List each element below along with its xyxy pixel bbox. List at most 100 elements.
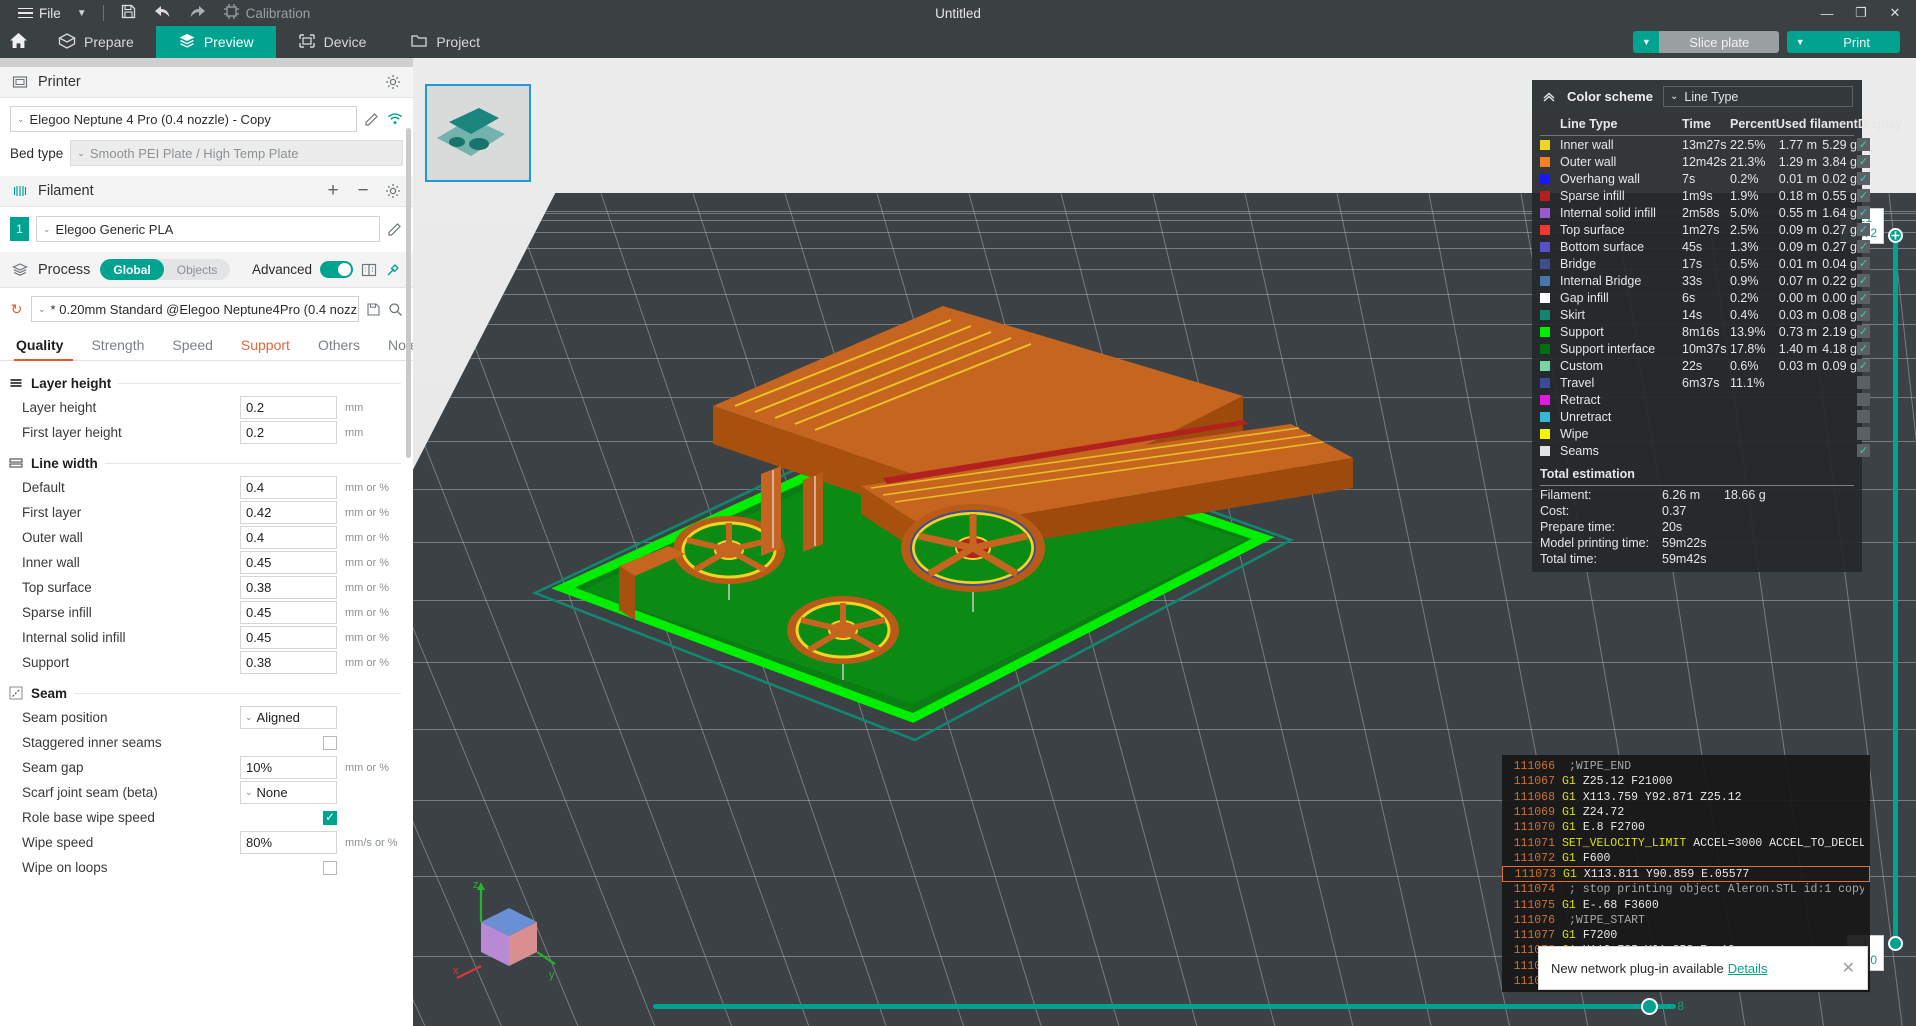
nav-tab-preview[interactable]: Preview bbox=[155, 26, 276, 58]
gcode-line[interactable]: 111077 G1 F7200 bbox=[1502, 928, 1870, 943]
layer-slider-lower-handle[interactable] bbox=[1888, 936, 1903, 951]
close-button[interactable]: ✕ bbox=[1878, 0, 1912, 26]
display-checkbox[interactable]: ✓ bbox=[1857, 172, 1870, 185]
advanced-toggle[interactable] bbox=[320, 261, 353, 278]
gcode-line[interactable]: 111076 ;WIPE_START bbox=[1502, 913, 1870, 928]
display-checkbox[interactable] bbox=[1857, 376, 1870, 389]
print-split-button[interactable]: ▼ Print bbox=[1787, 31, 1900, 53]
display-checkbox[interactable]: ✓ bbox=[1857, 240, 1870, 253]
move-slider[interactable]: 8 bbox=[653, 998, 1684, 1015]
gcode-line[interactable]: 111075 G1 E-.68 F3600 bbox=[1502, 897, 1870, 912]
process-scope-objects[interactable]: Objects bbox=[164, 259, 231, 280]
display-checkbox[interactable] bbox=[1857, 410, 1870, 423]
sidebar-scrollbar[interactable] bbox=[406, 128, 411, 458]
filament-preset-combo[interactable]: ⌄ Elegoo Generic PLA bbox=[36, 216, 380, 242]
compare-presets-icon[interactable] bbox=[361, 262, 377, 278]
edit-filament-icon[interactable] bbox=[387, 221, 403, 237]
gcode-line[interactable]: 111072 G1 F600 bbox=[1502, 851, 1870, 866]
param-checkbox[interactable] bbox=[323, 860, 337, 875]
redo-button[interactable] bbox=[180, 0, 215, 26]
close-icon[interactable]: ✕ bbox=[1842, 958, 1855, 978]
gcode-line[interactable]: 111067 G1 Z25.12 F21000 bbox=[1502, 774, 1870, 789]
param-input[interactable]: 0.2 bbox=[240, 396, 337, 419]
display-checkbox[interactable]: ✓ bbox=[1857, 274, 1870, 287]
param-input[interactable]: 0.42 bbox=[240, 501, 337, 524]
collapse-sidebar-button[interactable]: « bbox=[421, 64, 443, 94]
param-checkbox[interactable] bbox=[323, 810, 337, 825]
edit-printer-icon[interactable] bbox=[364, 111, 380, 127]
gcode-line[interactable]: 111073 G1 X113.811 Y90.859 E.05577 bbox=[1502, 866, 1870, 883]
process-preset-combo[interactable]: ⌄ * 0.20mm Standard @Elegoo Neptune4Pro … bbox=[31, 296, 359, 322]
save-button[interactable] bbox=[112, 0, 145, 26]
collapse-chevron-up-icon[interactable] bbox=[1541, 89, 1557, 105]
plate-thumbnail[interactable] bbox=[425, 84, 531, 182]
toast-details-link[interactable]: Details bbox=[1728, 961, 1768, 976]
nav-tab-prepare[interactable]: Prepare bbox=[36, 26, 156, 58]
param-select[interactable]: ⌄ None bbox=[240, 781, 337, 804]
filament-settings-gear-icon[interactable] bbox=[385, 183, 401, 199]
gcode-line[interactable]: 111070 G1 E.8 F2700 bbox=[1502, 820, 1870, 835]
settings-tab-speed[interactable]: Speed bbox=[158, 332, 226, 360]
display-checkbox[interactable]: ✓ bbox=[1857, 308, 1870, 321]
layer-slider-upper-handle[interactable] bbox=[1888, 228, 1903, 243]
display-checkbox[interactable] bbox=[1857, 393, 1870, 406]
display-checkbox[interactable]: ✓ bbox=[1857, 223, 1870, 236]
display-checkbox[interactable]: ✓ bbox=[1857, 155, 1870, 168]
slice-dropdown-arrow[interactable]: ▼ bbox=[1633, 31, 1660, 53]
settings-tab-quality[interactable]: Quality bbox=[10, 332, 77, 361]
minimize-button[interactable]: — bbox=[1810, 0, 1844, 26]
param-input[interactable]: 80% bbox=[240, 831, 337, 854]
gcode-line[interactable]: 111066 ;WIPE_END bbox=[1502, 759, 1870, 774]
param-input[interactable]: 0.45 bbox=[240, 601, 337, 624]
display-checkbox[interactable]: ✓ bbox=[1857, 291, 1870, 304]
move-slider-track[interactable] bbox=[653, 1004, 1676, 1009]
3d-viewport[interactable]: « 121 24.72 bbox=[413, 58, 1916, 1026]
save-preset-icon[interactable] bbox=[365, 301, 381, 317]
display-checkbox[interactable]: ✓ bbox=[1857, 444, 1870, 457]
nav-tab-device[interactable]: Device bbox=[276, 26, 389, 58]
printer-settings-gear-icon[interactable] bbox=[385, 74, 401, 90]
layer-slider[interactable]: 121 24.72 1 0.20 bbox=[1839, 208, 1903, 971]
param-input[interactable]: 0.38 bbox=[240, 651, 337, 674]
gcode-line[interactable]: 111074 ; stop printing object Aleron.STL … bbox=[1502, 882, 1870, 897]
gcode-line[interactable]: 111068 G1 X113.759 Y92.871 Z25.12 bbox=[1502, 790, 1870, 805]
settings-tab-support[interactable]: Support bbox=[227, 332, 304, 360]
process-scope-global[interactable]: Global bbox=[100, 259, 164, 280]
file-menu-button[interactable]: File bbox=[10, 0, 69, 26]
printer-preset-combo[interactable]: ⌄ Elegoo Neptune 4 Pro (0.4 nozzle) - Co… bbox=[10, 106, 357, 132]
print-dropdown-arrow[interactable]: ▼ bbox=[1787, 31, 1814, 53]
param-input[interactable]: 10% bbox=[240, 756, 337, 779]
settings-tab-strength[interactable]: Strength bbox=[77, 332, 158, 360]
param-input[interactable]: 0.45 bbox=[240, 626, 337, 649]
undo-button[interactable] bbox=[145, 0, 180, 26]
display-checkbox[interactable]: ✓ bbox=[1857, 138, 1870, 151]
param-input[interactable]: 0.4 bbox=[240, 476, 337, 499]
display-checkbox[interactable]: ✓ bbox=[1857, 342, 1870, 355]
axis-gizmo[interactable]: z x y bbox=[451, 874, 561, 984]
display-checkbox[interactable]: ✓ bbox=[1857, 206, 1870, 219]
display-checkbox[interactable]: ✓ bbox=[1857, 325, 1870, 338]
slice-plate-split-button[interactable]: ▼ Slice plate bbox=[1633, 31, 1780, 53]
display-checkbox[interactable]: ✓ bbox=[1857, 359, 1870, 372]
param-select[interactable]: ⌄ Aligned bbox=[240, 706, 337, 729]
gcode-line[interactable]: 111069 G1 Z24.72 bbox=[1502, 805, 1870, 820]
display-checkbox[interactable]: ✓ bbox=[1857, 257, 1870, 270]
param-input[interactable]: 0.45 bbox=[240, 551, 337, 574]
param-checkbox[interactable] bbox=[323, 735, 337, 750]
wifi-icon[interactable] bbox=[387, 111, 403, 127]
search-preset-icon[interactable] bbox=[387, 301, 403, 317]
move-slider-handle[interactable] bbox=[1641, 998, 1658, 1015]
remove-filament-icon[interactable]: − bbox=[355, 180, 371, 201]
nav-tab-project[interactable]: Project bbox=[388, 26, 502, 58]
filament-index-badge[interactable]: 1 bbox=[10, 217, 29, 241]
param-input[interactable]: 0.2 bbox=[240, 421, 337, 444]
menu-dropdown-button[interactable]: ▼ bbox=[69, 0, 95, 26]
display-checkbox[interactable]: ✓ bbox=[1857, 189, 1870, 202]
add-filament-icon[interactable]: + bbox=[325, 180, 341, 201]
gcode-line[interactable]: 111071 SET_VELOCITY_LIMIT ACCEL=3000 ACCEL… bbox=[1502, 835, 1870, 850]
calibration-button[interactable]: Calibration bbox=[215, 0, 319, 26]
display-checkbox[interactable] bbox=[1857, 427, 1870, 440]
bed-type-combo[interactable]: ⌄ Smooth PEI Plate / High Temp Plate bbox=[70, 140, 403, 166]
print-button[interactable]: Print bbox=[1813, 31, 1900, 53]
maximize-button[interactable]: ❐ bbox=[1844, 0, 1878, 26]
